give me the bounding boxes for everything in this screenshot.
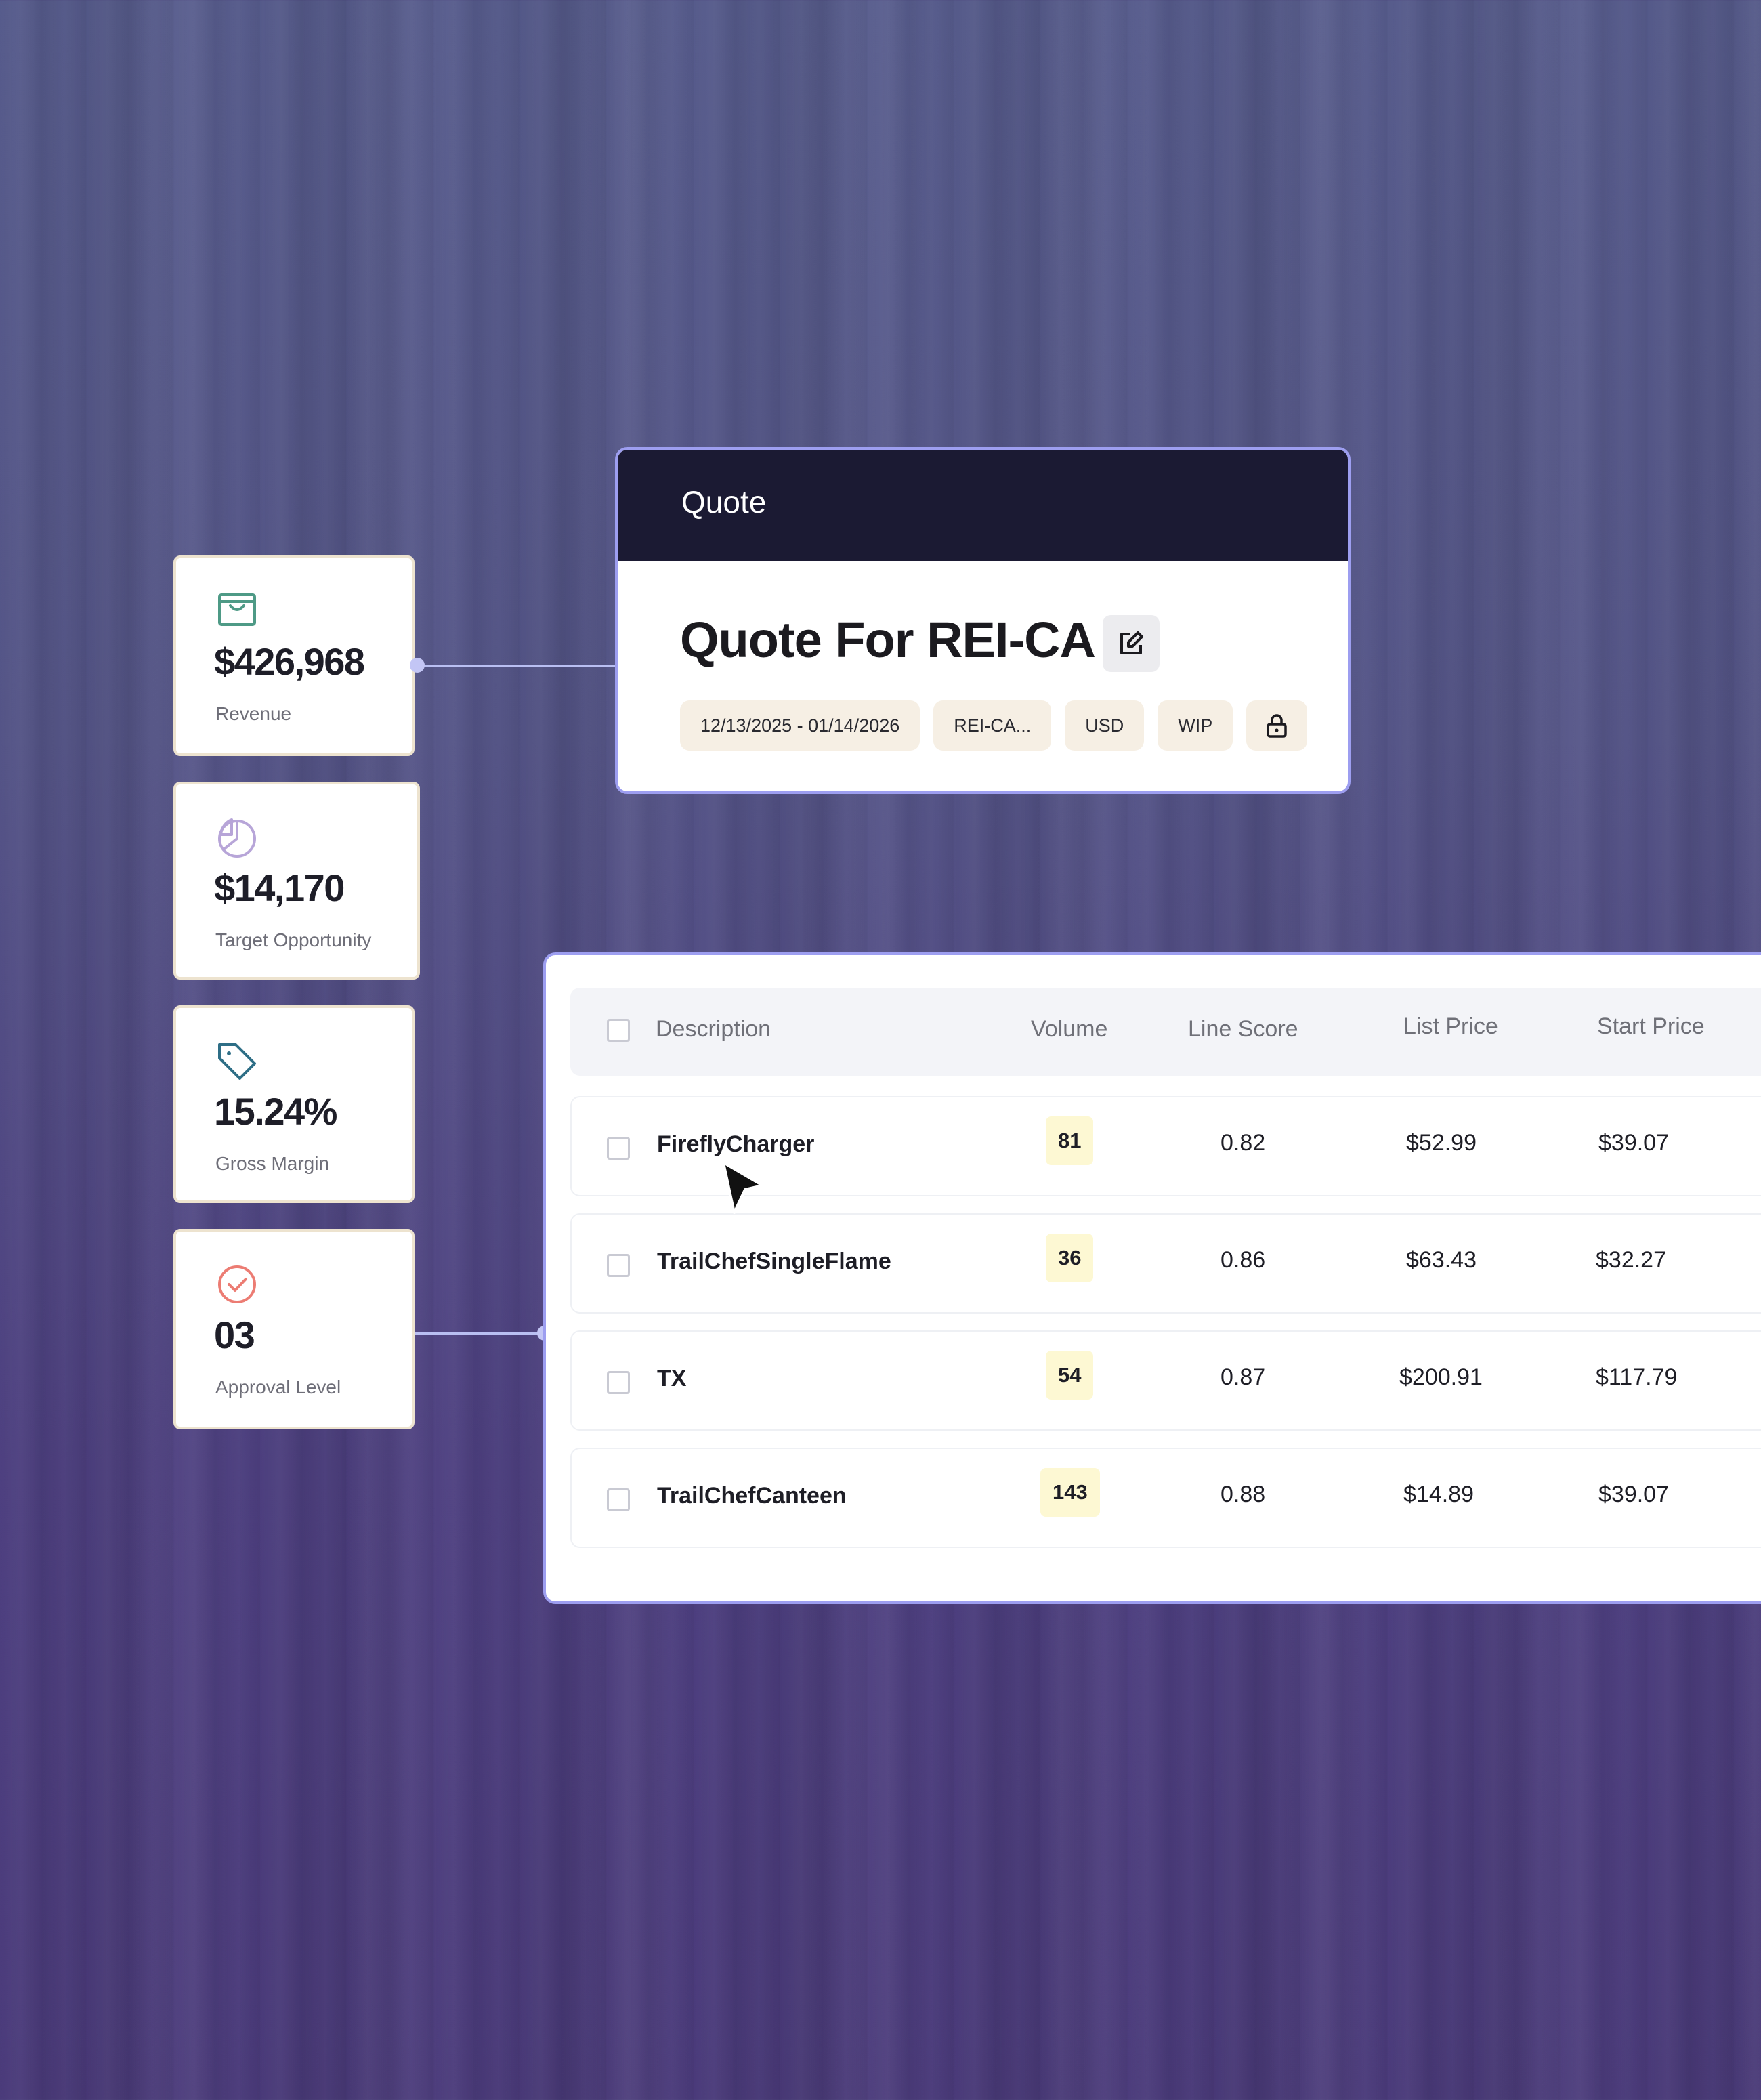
description-cell: TX: [657, 1366, 687, 1391]
volume-badge: 36: [1046, 1234, 1094, 1282]
line-score-cell: 0.87: [1221, 1364, 1266, 1390]
row-checkbox[interactable]: [607, 1137, 630, 1160]
start-price-cell: $39.07: [1598, 1482, 1669, 1507]
connector-dot-quote: [410, 658, 425, 673]
list-price-cell: $200.91: [1399, 1364, 1483, 1390]
metric-value: $426,968: [214, 640, 365, 683]
start-price-cell: $117.79: [1596, 1364, 1678, 1390]
column-header-list-price[interactable]: List Price: [1403, 1013, 1498, 1040]
metric-card-approval-level[interactable]: 03 Approval Level: [173, 1229, 415, 1429]
row-checkbox[interactable]: [607, 1371, 630, 1394]
price-tag-icon: [218, 1043, 256, 1080]
metric-card-target-opportunity[interactable]: $14,170 Target Opportunity: [173, 782, 420, 980]
metric-value: 15.24%: [214, 1090, 337, 1133]
connector-line-table: [415, 1332, 547, 1335]
table-row[interactable]: TrailChefCanteen 143 0.88 $14.89 $39.07: [570, 1448, 1761, 1548]
status-chip[interactable]: WIP: [1158, 700, 1233, 751]
lock-chip[interactable]: [1246, 700, 1308, 751]
description-cell: FireflyCharger: [657, 1131, 815, 1157]
quote-header-title: Quote: [681, 484, 767, 520]
mouse-cursor-icon: [722, 1161, 764, 1214]
metric-label: Approval Level: [215, 1377, 341, 1398]
edit-icon: [1120, 631, 1143, 654]
shopping-bag-icon: [218, 593, 256, 626]
date-range-chip[interactable]: 12/13/2025 - 01/14/2026: [680, 700, 920, 751]
list-price-cell: $63.43: [1406, 1247, 1477, 1273]
column-header-line-score[interactable]: Line Score: [1188, 1016, 1298, 1043]
metric-label: Target Opportunity: [215, 929, 372, 950]
currency-chip[interactable]: USD: [1065, 700, 1145, 751]
start-price-cell: $32.27: [1596, 1247, 1666, 1273]
volume-badge: 143: [1040, 1468, 1100, 1517]
column-header-start-price[interactable]: Start Price: [1597, 1013, 1705, 1040]
metric-label: Revenue: [215, 703, 292, 724]
lock-icon: [1267, 714, 1288, 738]
table-row[interactable]: TrailChefSingleFlame 36 0.86 $63.43 $32.…: [570, 1213, 1761, 1314]
table-header: Description Volume Line Score List Price…: [570, 988, 1761, 1076]
select-all-checkbox[interactable]: [607, 1019, 630, 1042]
pie-chart-icon: [218, 818, 256, 858]
metric-label: Gross Margin: [215, 1153, 330, 1174]
row-checkbox[interactable]: [607, 1254, 630, 1277]
volume-badge: 54: [1046, 1351, 1094, 1400]
account-chip[interactable]: REI-CA...: [933, 700, 1052, 751]
row-checkbox[interactable]: [607, 1488, 630, 1511]
line-score-cell: 0.88: [1221, 1482, 1266, 1507]
check-circle-icon: [218, 1265, 256, 1303]
list-price-cell: $14.89: [1403, 1482, 1474, 1507]
quote-chips: 12/13/2025 - 01/14/2026 REI-CA... USD WI…: [680, 700, 1308, 751]
description-cell: TrailChefCanteen: [657, 1483, 847, 1509]
column-header-description[interactable]: Description: [656, 1016, 771, 1043]
line-score-cell: 0.86: [1221, 1247, 1266, 1273]
list-price-cell: $52.99: [1406, 1130, 1477, 1156]
metric-value: $14,170: [214, 866, 345, 909]
line-items-table: Description Volume Line Score List Price…: [543, 952, 1761, 1604]
metric-card-gross-margin[interactable]: 15.24% Gross Margin: [173, 1005, 415, 1203]
volume-badge: 81: [1046, 1116, 1094, 1165]
start-price-cell: $39.07: [1598, 1130, 1669, 1156]
connector-line-quote: [417, 665, 618, 667]
column-header-volume[interactable]: Volume: [1031, 1016, 1107, 1043]
table-row[interactable]: TX 54 0.87 $200.91 $117.79: [570, 1330, 1761, 1431]
quote-header: Quote: [618, 450, 1348, 561]
metric-card-revenue[interactable]: $426,968 Revenue: [173, 555, 415, 756]
quote-panel: Quote Quote For REI-CA 12/13/2025 - 01/1…: [615, 447, 1351, 794]
metric-value: 03: [214, 1314, 255, 1356]
quote-title: Quote For REI-CA: [680, 612, 1096, 668]
edit-button[interactable]: [1103, 615, 1160, 672]
description-cell: TrailChefSingleFlame: [657, 1248, 891, 1274]
line-score-cell: 0.82: [1221, 1130, 1266, 1156]
